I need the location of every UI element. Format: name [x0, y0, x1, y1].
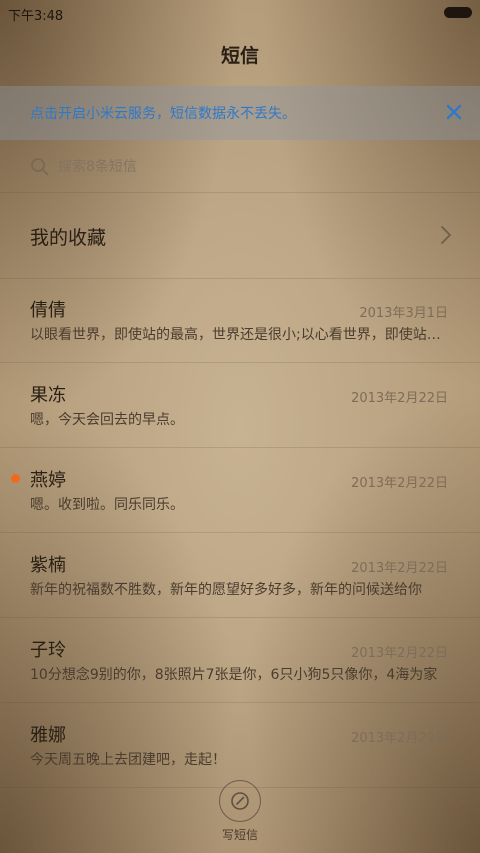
contact-name: 紫楠: [30, 555, 66, 576]
conversation-row[interactable]: 紫楠 2013年2月22日新年的祝福数不胜数，新年的愿望好多好多，新年的问候送给你: [0, 533, 480, 618]
banner-text[interactable]: 点击开启小米云服务，短信数据永不丢失。: [30, 103, 296, 123]
compose-label: 写短信: [221, 828, 258, 842]
contact-name: 雅娜: [30, 725, 66, 746]
unread-dot: [11, 474, 20, 483]
favorites-row[interactable]: 我的收藏: [0, 192, 480, 279]
search-bar[interactable]: [0, 140, 480, 193]
message-date: 2013年2月22日: [351, 391, 448, 406]
cloud-service-banner[interactable]: 点击开启小米云服务，短信数据永不丢失。: [0, 86, 480, 140]
message-date: 2013年3月1日: [359, 306, 448, 321]
message-date: 2013年2月22日: [351, 561, 448, 576]
message-preview: 嗯。收到啦。同乐同乐。: [30, 497, 184, 513]
search-icon: [30, 157, 50, 177]
battery-icon: [444, 7, 472, 18]
compose-icon[interactable]: [219, 780, 261, 822]
page-title: 短信: [220, 45, 259, 67]
close-icon[interactable]: [442, 98, 466, 126]
message-preview: 10分想念9别的你，8张照片7张是你，6只小狗5只像你，4海为家: [30, 667, 438, 683]
header: 短信: [0, 26, 480, 86]
message-preview: 新年的祝福数不胜数，新年的愿望好多好多，新年的问候送给你: [30, 582, 422, 598]
message-preview: 今天周五晚上去团建吧，走起！: [30, 752, 226, 768]
contact-name: 子玲: [30, 640, 66, 661]
contact-name: 燕婷: [30, 470, 66, 491]
message-date: 2013年2月22日: [351, 646, 448, 661]
status-bar: 下午3:48: [0, 0, 480, 26]
message-date: 2013年2月22日: [351, 731, 448, 746]
conversation-row[interactable]: 燕婷 2013年2月22日嗯。收到啦。同乐同乐。: [0, 448, 480, 533]
chevron-right-icon: [440, 225, 452, 245]
status-time: 下午3:48: [8, 9, 64, 24]
compose-button[interactable]: 写短信: [200, 776, 280, 846]
conversation-row[interactable]: 子玲 2013年2月22日 10分想念9别的你，8张照片7张是你，6只小狗5只像你，…: [0, 618, 480, 703]
search-input[interactable]: [56, 154, 440, 180]
favorites-label: 我的收藏: [30, 227, 107, 249]
message-preview: 以眼看世界，即使站的最高，世界还是很小;以心看世界，即使站的最低，世界也是很大: [30, 327, 450, 343]
conversation-row[interactable]: 倩倩 2013年3月1日以眼看世界，即使站的最高，世界还是很小;以心看世界，即使站…: [0, 278, 480, 363]
conversation-row[interactable]: 果冻 2013年2月22日嗯，今天会回去的早点。: [0, 363, 480, 448]
contact-name: 倩倩: [30, 300, 66, 321]
contact-name: 果冻: [30, 385, 66, 406]
message-preview: 嗯，今天会回去的早点。: [30, 412, 184, 428]
message-date: 2013年2月22日: [351, 476, 448, 491]
conversation-list: 倩倩 2013年3月1日以眼看世界，即使站的最高，世界还是很小;以心看世界，即使站…: [0, 278, 480, 788]
